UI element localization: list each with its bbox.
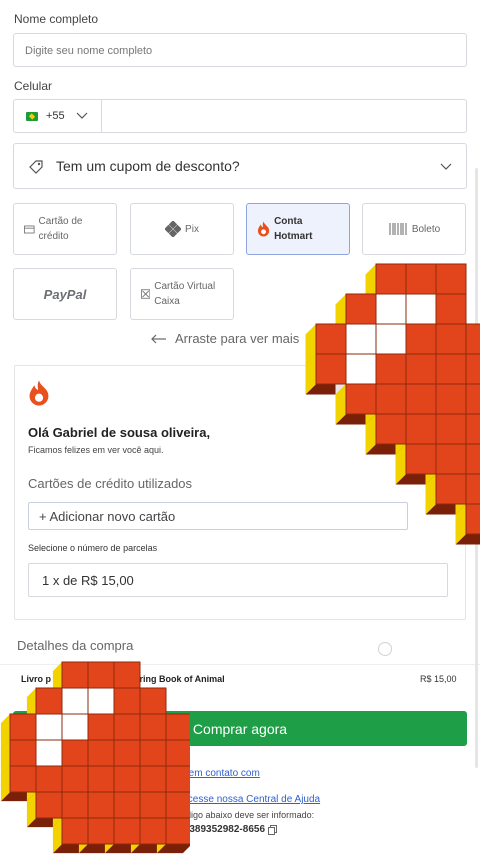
country-code: +55 bbox=[46, 110, 65, 122]
payment-label: Pix bbox=[185, 223, 199, 235]
payment-boleto[interactable]: Boleto bbox=[362, 203, 466, 255]
arrow-left-icon bbox=[151, 334, 166, 343]
credit-card-icon bbox=[24, 225, 35, 233]
product-price: R$ 15,00 bbox=[420, 674, 457, 684]
barcode-icon bbox=[389, 223, 407, 235]
purchase-details-title: Detalhes da compra bbox=[17, 638, 134, 653]
payment-credit-card[interactable]: Cartão de crédito bbox=[13, 203, 117, 255]
add-card-label: + Adicionar novo cartão bbox=[39, 509, 176, 524]
swipe-hint-text: Arraste para ver mais bbox=[175, 331, 300, 346]
payment-label: Boleto bbox=[411, 223, 441, 235]
coupon-toggle[interactable]: Tem um cupom de desconto? bbox=[13, 143, 467, 189]
country-code-select[interactable]: +55 bbox=[14, 100, 102, 132]
installments-label: Selecione o número de parcelas bbox=[28, 543, 158, 553]
subgreeting: Ficamos felizes em ver você aqui. bbox=[28, 445, 164, 455]
name-input[interactable]: Digite seu nome completo bbox=[13, 33, 467, 67]
tag-icon bbox=[29, 160, 43, 174]
greeting: Olá Gabriel de sousa oliveira, bbox=[28, 425, 211, 440]
payment-label: Conta Hotmart bbox=[274, 216, 313, 242]
payment-label: Cartão Virtual Caixa bbox=[154, 281, 216, 307]
name-placeholder: Digite seu nome completo bbox=[25, 45, 153, 57]
loading-spinner bbox=[378, 642, 392, 656]
pixel-heart-sticker bbox=[305, 263, 480, 545]
phone-field[interactable]: +55 bbox=[13, 99, 467, 133]
buy-now-label: Comprar agora bbox=[192, 720, 288, 737]
installments-value: 1 x de R$ 15,00 bbox=[42, 573, 134, 588]
chevron-down-icon bbox=[76, 112, 88, 119]
payment-label: Cartão de crédito bbox=[38, 216, 83, 242]
phone-label: Celular bbox=[14, 79, 53, 93]
payment-pix[interactable]: Pix bbox=[130, 203, 234, 255]
payment-hotmart[interactable]: Conta Hotmart bbox=[246, 203, 350, 255]
hotmart-flame-icon bbox=[29, 380, 49, 406]
hotmart-flame-icon bbox=[257, 221, 270, 237]
brazil-flag-icon bbox=[26, 112, 38, 121]
chevron-down-icon bbox=[440, 163, 452, 170]
payment-caixa[interactable]: Cartão Virtual Caixa bbox=[130, 268, 234, 320]
pix-icon bbox=[165, 221, 182, 237]
payment-paypal[interactable]: PayPal bbox=[13, 268, 117, 320]
phone-input[interactable] bbox=[103, 100, 465, 132]
caixa-card-icon bbox=[141, 289, 151, 299]
pixel-heart-sticker bbox=[0, 661, 190, 854]
paypal-logo: PayPal bbox=[43, 286, 87, 302]
used-cards-title: Cartões de crédito utilizados bbox=[28, 476, 193, 491]
copy-icon[interactable] bbox=[268, 824, 277, 835]
name-label: Nome completo bbox=[14, 12, 99, 26]
coupon-label: Tem um cupom de desconto? bbox=[56, 158, 240, 174]
swipe-hint: Arraste para ver mais bbox=[151, 331, 299, 346]
